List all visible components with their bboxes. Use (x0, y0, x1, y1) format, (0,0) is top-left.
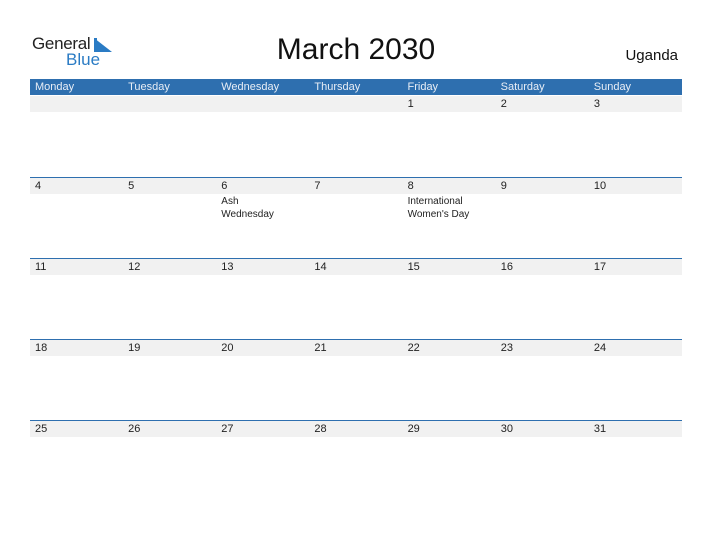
holiday-label: Ash Wednesday (221, 196, 274, 220)
day-number: 22 (407, 342, 420, 354)
day-cell: 31 (589, 421, 682, 502)
day-cell (309, 96, 402, 177)
day-cell (123, 96, 216, 177)
day-number: 7 (314, 180, 321, 192)
day-cell: 14 (309, 259, 402, 340)
day-cell: 26 (123, 421, 216, 502)
day-number: 3 (593, 98, 600, 110)
weekday-wednesday: Wednesday (221, 81, 280, 93)
weekday-saturday: Saturday (500, 81, 545, 93)
day-number: 9 (500, 180, 507, 192)
day-cell: 18 (30, 340, 123, 421)
day-number: 15 (407, 261, 420, 273)
day-cell: 21 (309, 340, 402, 421)
weekday-header: Monday Tuesday Wednesday Thursday Friday… (30, 79, 682, 95)
day-number: 4 (35, 180, 42, 192)
day-cell: 16 (496, 259, 589, 340)
country-label: Uganda (625, 47, 678, 64)
day-number: 23 (500, 342, 513, 354)
day-cell: 3 (589, 96, 682, 177)
day-number: 26 (128, 423, 141, 435)
day-cell: 13 (216, 259, 309, 340)
calendar-title: March 2030 (276, 33, 436, 66)
holiday-label: International Women's Day (407, 196, 470, 220)
day-number: 31 (593, 423, 607, 435)
day-cell: 23 (496, 340, 589, 421)
weekday-thursday: Thursday (314, 81, 361, 93)
day-cell: 22 (403, 340, 496, 421)
weekday-sunday: Sunday (593, 81, 632, 93)
day-cell: 27 (216, 421, 309, 502)
day-cell (30, 96, 123, 177)
day-cell: 24 (589, 340, 682, 421)
day-number: 8 (407, 180, 414, 192)
week-row: 4 5 6 Ash Wednesday 7 8 International Women's … (30, 177, 682, 259)
day-cell: 20 (216, 340, 309, 421)
day-number: 19 (128, 342, 141, 354)
week-row: 1 2 3 (30, 96, 682, 177)
day-number: 11 (35, 261, 47, 273)
day-number: 18 (35, 342, 48, 354)
day-number: 25 (35, 423, 48, 435)
day-cell: 2 (496, 96, 589, 177)
day-cell: 9 (496, 178, 589, 259)
day-number: 1 (407, 98, 414, 110)
day-cell: 4 (30, 178, 123, 259)
week-row: 25 26 27 28 29 30 31 (30, 420, 682, 502)
day-number: 17 (593, 261, 607, 273)
week-row: 18 19 20 21 22 23 24 (30, 339, 682, 421)
day-number: 27 (221, 423, 234, 435)
day-cell: 11 (30, 259, 123, 340)
day-cell: 29 (403, 421, 496, 502)
day-cell: 1 (403, 96, 496, 177)
day-cell: 8 International Women's Day (403, 178, 496, 259)
day-number: 21 (314, 342, 327, 354)
day-cell (216, 96, 309, 177)
day-cell: 15 (403, 259, 496, 340)
day-number: 10 (593, 180, 607, 192)
day-cell: 19 (123, 340, 216, 421)
day-number: 29 (407, 423, 420, 435)
day-cell: 12 (123, 259, 216, 340)
day-number: 30 (500, 423, 513, 435)
day-number: 12 (128, 261, 141, 273)
day-number: 5 (128, 180, 135, 192)
day-cell: 5 (123, 178, 216, 259)
day-number: 16 (500, 261, 513, 273)
weekday-friday: Friday (407, 81, 439, 93)
week-row: 11 12 13 14 15 16 17 (30, 258, 682, 340)
day-cell: 25 (30, 421, 123, 502)
day-number: 28 (314, 423, 327, 435)
day-cell: 17 (589, 259, 682, 340)
weekday-tuesday: Tuesday (128, 81, 170, 93)
day-number: 13 (221, 261, 234, 273)
day-cell: 10 (589, 178, 682, 259)
day-number: 6 (221, 180, 228, 192)
day-number: 14 (314, 261, 327, 273)
day-number: 20 (221, 342, 234, 354)
weekday-monday: Monday (35, 81, 75, 93)
day-cell: 7 (309, 178, 402, 259)
day-number: 2 (500, 98, 507, 110)
day-number: 24 (593, 342, 607, 354)
day-cell: 30 (496, 421, 589, 502)
day-cell: 28 (309, 421, 402, 502)
day-cell: 6 Ash Wednesday (216, 178, 309, 259)
